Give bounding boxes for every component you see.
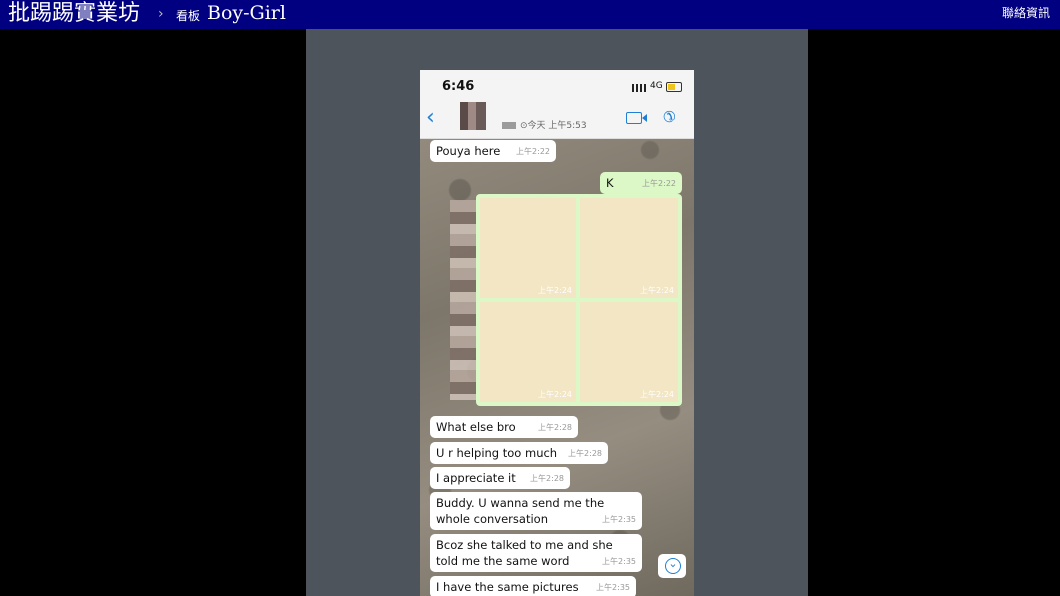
message-text: Pouya here — [436, 144, 501, 158]
video-call-icon[interactable] — [626, 112, 647, 124]
contact-avatar[interactable] — [460, 102, 486, 130]
media-grid[interactable]: 上午2:24 上午2:24 上午2:24 上午2:24 — [476, 194, 682, 406]
message-bubble[interactable]: I appreciate it 上午2:28 — [430, 467, 570, 489]
media-thumbnail[interactable]: 上午2:24 — [580, 198, 678, 298]
media-thumbnail[interactable]: 上午2:24 — [480, 198, 576, 298]
message-text: Buddy. U wanna send me the whole convers… — [436, 496, 605, 526]
message-text: Bcoz she talked to me and she told me th… — [436, 538, 613, 568]
message-time: 上午2:35 — [596, 583, 630, 592]
site-title-link[interactable]: 批踢踢實業坊 — [8, 0, 140, 27]
media-time: 上午2:24 — [538, 286, 572, 295]
message-bubble[interactable]: U r helping too much 上午2:28 — [430, 442, 608, 464]
message-time: 上午2:35 — [602, 515, 636, 524]
signal-icon — [632, 84, 646, 92]
status-time: 6:46 — [442, 79, 475, 94]
scroll-down-icon[interactable] — [658, 554, 686, 578]
message-bubble[interactable]: I have the same pictures 上午2:35 — [430, 576, 636, 596]
top-navigation-bar: 批踢踢實業坊 › 看板 Boy-Girl 聯絡資訊 — [0, 0, 1060, 29]
message-bubble[interactable]: Bcoz she talked to me and she told me th… — [430, 534, 642, 572]
message-text: I have the same pictures — [436, 580, 579, 594]
pixelated-avatar-strip — [450, 200, 478, 400]
media-time: 上午2:24 — [538, 390, 572, 399]
media-time: 上午2:24 — [640, 286, 674, 295]
last-seen-text: ⊙今天 上午5:53 — [520, 121, 587, 131]
message-time: 上午2:28 — [538, 423, 572, 432]
message-text: U r helping too much — [436, 446, 558, 460]
breadcrumb-separator: › — [158, 6, 164, 22]
message-bubble-sent[interactable]: K 上午2:22 — [600, 172, 682, 194]
phone-screenshot: 6:46 4G ‹ ⊙今天 上午5:53 ✆ Pouya here 上午2:22… — [420, 70, 694, 596]
media-time: 上午2:24 — [640, 390, 674, 399]
phone-call-icon[interactable]: ✆ — [663, 108, 676, 126]
message-bubble[interactable]: Buddy. U wanna send me the whole convers… — [430, 492, 642, 530]
message-bubble[interactable]: What else bro 上午2:28 — [430, 416, 578, 438]
media-thumbnail[interactable]: 上午2:24 — [480, 302, 576, 402]
board-label: 看板 — [176, 9, 201, 23]
message-time: 上午2:28 — [530, 474, 564, 483]
message-time: 上午2:22 — [516, 147, 550, 156]
message-time: 上午2:28 — [568, 449, 602, 458]
contact-name-pixelated — [502, 122, 516, 129]
network-type: 4G — [650, 81, 663, 91]
message-text: I appreciate it — [436, 471, 516, 485]
message-time: 上午2:22 — [642, 179, 676, 188]
battery-icon — [666, 82, 682, 92]
message-bubble[interactable]: Pouya here 上午2:22 — [430, 140, 556, 162]
phone-status-bar: 6:46 4G — [420, 70, 694, 102]
message-text: K — [606, 176, 614, 190]
media-thumbnail[interactable]: 上午2:24 — [580, 302, 678, 402]
chat-header: ‹ ⊙今天 上午5:53 ✆ — [420, 102, 694, 139]
message-text: What else bro — [436, 420, 516, 434]
contact-info-link[interactable]: 聯絡資訊 — [1002, 4, 1050, 21]
board-name-link[interactable]: Boy-Girl — [207, 1, 286, 25]
message-time: 上午2:35 — [602, 557, 636, 566]
back-chevron-icon[interactable]: ‹ — [426, 106, 435, 130]
